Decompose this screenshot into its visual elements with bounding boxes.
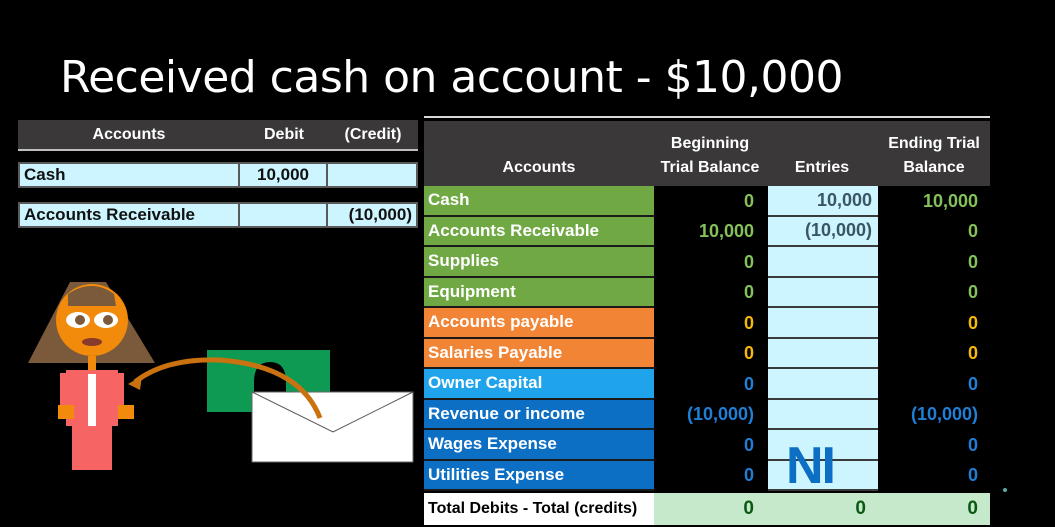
ending-balance: (10,000) [910,404,978,425]
total-row: Total Debits - Total (credits) 0 0 0 [424,493,990,525]
journal-entry-table: Accounts Debit (Credit) Cash 10,000 Acco… [18,120,418,228]
je-account: Cash [20,164,240,186]
account-name: Equipment [424,277,654,308]
ending-balance: 0 [967,221,978,242]
illustration [28,282,414,470]
slide-title: Received cash on account - $10,000 [60,52,844,103]
entries-value [768,399,878,430]
header-beginning: Beginning Trial Balance [660,135,760,176]
total-ending: 0 [967,498,978,519]
ending-balance: 0 [967,282,978,303]
cursor-dot [1003,488,1007,492]
ending-balance: 0 [967,343,978,364]
trial-balance-table: Accounts Beginning Trial Balance Entries … [424,116,990,525]
account-name: Utilities Expense [424,460,654,491]
ending-balance: 0 [967,251,978,272]
shirt [88,374,96,426]
table-row: Cash 0 10,000 10,000 [424,186,990,217]
account-name: Revenue or income [424,399,654,430]
account-name: Accounts Receivable [424,216,654,247]
je-credit: (10,000) [348,205,412,224]
ending-balance: 0 [967,373,978,394]
table-row: Revenue or income (10,000) (10,000) [424,399,990,430]
table-row: Accounts Receivable 10,000 (10,000) 0 [424,216,990,247]
account-name: Salaries Payable [424,338,654,369]
entries-value: (10,000) [768,216,878,247]
beginning-balance: 0 [743,465,754,486]
divider [424,116,990,118]
header-ending: Ending Trial Balance [888,135,980,176]
table-row: Owner Capital 0 0 [424,369,990,400]
beginning-balance: 0 [743,434,754,455]
header-credit: (Credit) [344,125,402,143]
entries-value [768,369,878,400]
table-row: Wages Expense 0 0 [424,430,990,461]
ending-balance: 0 [967,434,978,455]
header-entries: Entries [794,159,850,176]
trial-balance-rows: Cash 0 10,000 10,000 Accounts Receivable 10,0… [424,186,990,491]
beginning-balance: 0 [743,343,754,364]
entries-value: 10,000 [768,186,878,217]
header-accounts: Accounts [502,159,576,176]
net-income-label: NI [786,437,836,495]
table-row: Equipment 0 0 [424,277,990,308]
neck [88,356,96,370]
beginning-balance: 0 [743,312,754,333]
mouth [82,338,102,346]
table-row: Salaries Payable 0 0 [424,338,990,369]
table-row: Supplies 0 0 [424,247,990,278]
trial-balance-header: Accounts Beginning Trial Balance Entries … [424,121,990,186]
ending-balance: 0 [967,465,978,486]
beginning-balance: 0 [743,373,754,394]
journal-entry-row: Accounts Receivable (10,000) [18,202,418,228]
table-row: Accounts payable 0 0 [424,308,990,339]
entries-value [768,247,878,278]
je-account: Accounts Receivable [20,204,240,226]
je-debit [240,204,328,226]
ending-balance: 0 [967,312,978,333]
hand-right [118,405,134,419]
entries-value [768,338,878,369]
total-label: Total Debits - Total (credits) [424,493,654,525]
beginning-balance: 0 [743,251,754,272]
account-name: Accounts payable [424,308,654,339]
ending-balance: 10,000 [922,190,978,211]
entries-value [768,308,878,339]
skirt [72,426,112,470]
header-debit: Debit [264,125,304,143]
beginning-balance: (10,000) [686,404,754,425]
beginning-balance: 0 [743,282,754,303]
je-debit: 10,000 [240,164,328,186]
envelope-icon [251,391,414,463]
header-accounts: Accounts [92,125,166,143]
journal-entry-header: Accounts Debit (Credit) [18,120,418,151]
person-figure [28,282,155,470]
beginning-balance: 10,000 [698,221,754,242]
account-name: Cash [424,186,654,217]
beginning-balance: 0 [743,190,754,211]
total-entries: 0 [855,498,866,519]
total-beginning: 0 [743,498,754,519]
hand-left [58,405,74,419]
account-name: Supplies [424,247,654,278]
je-credit [328,164,416,186]
entries-value [768,277,878,308]
journal-entry-row: Cash 10,000 [18,162,418,188]
table-row: Utilities Expense 0 0 [424,460,990,491]
account-name: Owner Capital [424,369,654,400]
account-name: Wages Expense [424,430,654,461]
